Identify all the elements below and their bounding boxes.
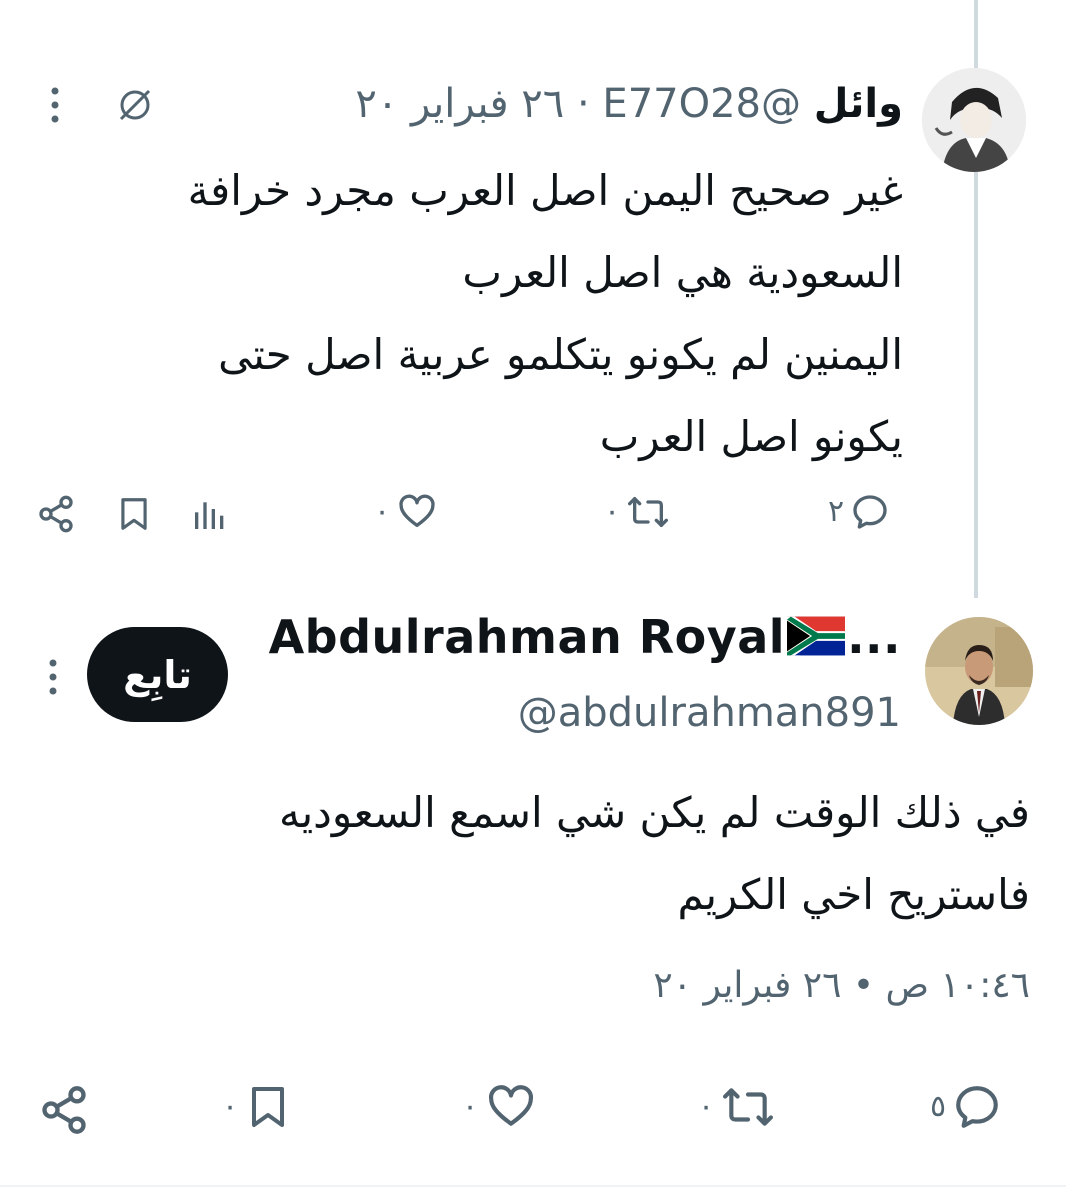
like-count: ٠ — [374, 494, 391, 529]
reply-icon — [853, 495, 887, 529]
bookmark-icon — [252, 1087, 285, 1127]
timestamp-time: ١٠:٤٦ ص — [885, 965, 1030, 1006]
user-handle[interactable]: @abdulrahman891 — [518, 690, 901, 736]
retweet-icon — [628, 497, 669, 527]
retweet-count: ٠ — [698, 1089, 715, 1124]
separator-dot: · — [576, 81, 590, 127]
heart-icon — [399, 494, 435, 527]
display-name[interactable]: Abdulrahman Royal ... — [269, 610, 901, 668]
retweet-icon — [723, 1088, 774, 1126]
tweet-text-line: في ذلك الوقت لم يكن شي اسمع السعوديه — [278, 788, 1030, 837]
tweet-text-line: فاستريح اخي الكريم — [677, 870, 1030, 919]
tweet-text-line: اليمنين لم يكونو يتكلمو عربية اصل حتى — [218, 330, 903, 379]
tweet-text-line: يكونو اصل العرب — [599, 412, 903, 461]
follow-button[interactable]: تابِع — [87, 627, 228, 722]
more-vertical-icon[interactable] — [38, 652, 68, 702]
south-africa-flag-icon — [787, 614, 846, 668]
bookmark-button[interactable]: ٠ — [222, 1082, 292, 1132]
name-ellipsis: ... — [847, 610, 901, 664]
tweet-text: غير صحيح اليمن اصل العرب مجرد خرافة السع… — [63, 150, 903, 478]
tweet-header: وائل @E77O28 · ٢٦ فبراير ٢٠ — [355, 78, 903, 130]
retweet-button[interactable]: ٠ — [604, 492, 670, 532]
bookmark-icon[interactable] — [112, 492, 156, 536]
tweet-text: في ذلك الوقت لم يكن شي اسمع السعوديه فاس… — [110, 772, 1030, 936]
heart-icon — [489, 1085, 534, 1126]
display-name[interactable]: وائل — [814, 81, 903, 127]
tweet-text-line: السعودية هي اصل العرب — [462, 248, 903, 297]
share-icon[interactable] — [36, 1082, 92, 1138]
display-name-text: Abdulrahman Royal — [268, 610, 786, 664]
avatar[interactable] — [922, 68, 1026, 172]
timestamp-date: ٢٦ فبراير ٢٠ — [653, 965, 842, 1006]
reply-icon — [956, 1086, 998, 1128]
reply-button[interactable]: ٢ — [828, 492, 890, 532]
divider — [0, 1185, 1066, 1187]
tweet-date[interactable]: ٢٦ فبراير ٢٠ — [355, 81, 564, 127]
reply-button[interactable]: ٥ — [930, 1082, 1002, 1132]
grok-icon[interactable] — [110, 80, 160, 130]
more-vertical-icon[interactable] — [40, 80, 70, 130]
reply-count: ٥ — [930, 1089, 947, 1124]
retweet-count: ٠ — [604, 494, 621, 529]
separator-dot: • — [852, 965, 875, 1006]
reply-count: ٢ — [828, 494, 845, 529]
share-icon[interactable] — [34, 492, 78, 536]
retweet-button[interactable]: ٠ — [698, 1082, 776, 1132]
like-button[interactable]: ٠ — [374, 492, 438, 532]
like-button[interactable]: ٠ — [462, 1082, 538, 1132]
avatar[interactable] — [925, 617, 1033, 725]
tweet-timestamp[interactable]: ١٠:٤٦ ص • ٢٦ فبراير ٢٠ — [653, 965, 1030, 1006]
analytics-icon[interactable] — [188, 492, 232, 536]
user-handle[interactable]: @E77O28 — [602, 81, 801, 127]
like-count: ٠ — [462, 1089, 479, 1124]
tweet-text-line: غير صحيح اليمن اصل العرب مجرد خرافة — [187, 166, 903, 215]
bookmark-count: ٠ — [222, 1089, 239, 1124]
